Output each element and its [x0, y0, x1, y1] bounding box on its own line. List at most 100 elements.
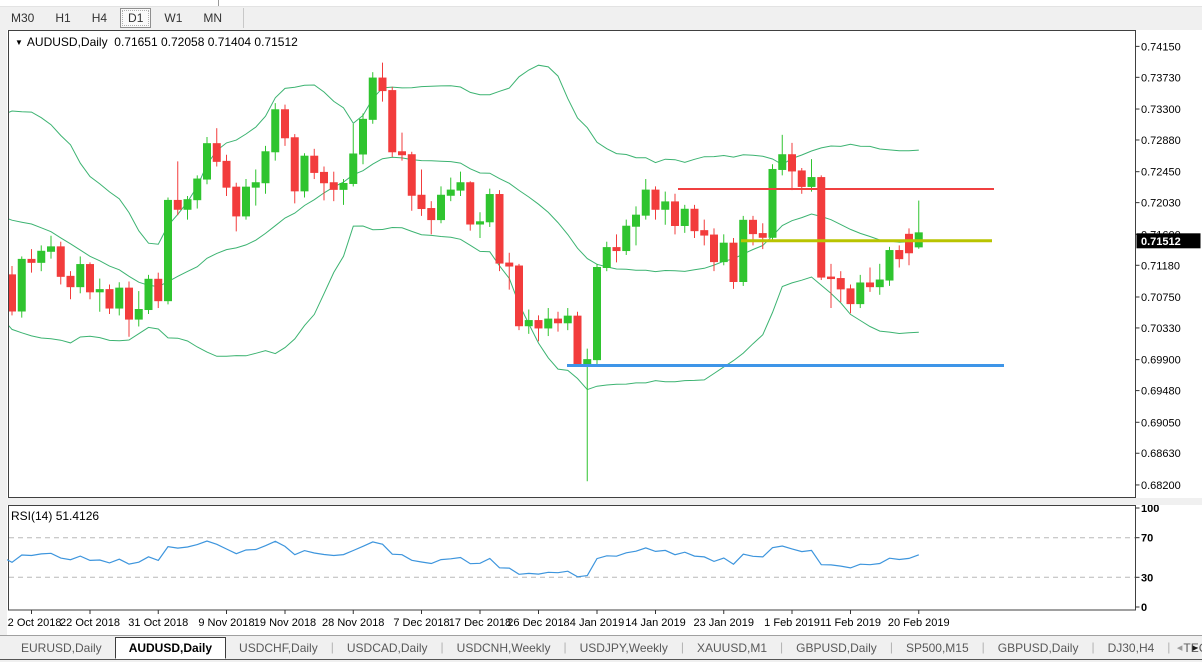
date-tick-label[interactable]: 4 Jan 2019 [570, 617, 624, 629]
toolbar-separator [243, 8, 244, 28]
candle-body [184, 200, 191, 210]
tab-scroll-left-icon[interactable]: ◂ [1177, 642, 1183, 654]
candle-body [828, 277, 835, 278]
chart-tab-sp500-m15[interactable]: SP500,M15 [893, 637, 982, 659]
chart-tab-usdcad-daily[interactable]: USDCAD,Daily [334, 637, 441, 659]
toolbar-grip [218, 0, 219, 6]
price-tick-label: 0.68630 [1141, 448, 1181, 460]
candle-body [574, 316, 581, 365]
chart-symbol-label: AUDUSD,Daily [27, 35, 108, 49]
pane-divider[interactable] [7, 498, 1202, 505]
candle-body [847, 289, 854, 304]
candle-body [672, 202, 679, 226]
candle-body [321, 172, 328, 182]
candle-body [9, 275, 16, 311]
timeframe-toolbar: M30H1 H4D1W1MN [0, 7, 1202, 29]
chart-tab-usdcnh-weekly[interactable]: USDCNH,Weekly [444, 637, 564, 659]
date-tick-label[interactable]: 1 Feb 2019 [764, 617, 820, 629]
date-tick-label[interactable]: 23 Jan 2019 [693, 617, 754, 629]
timeframe-button-mn[interactable]: MN [195, 8, 230, 28]
candle-body [603, 248, 610, 268]
price-tick-label: 0.68200 [1141, 480, 1181, 492]
date-tick-label[interactable]: 22 Oct 2018 [60, 617, 120, 629]
candle-body [252, 183, 259, 187]
rsi-tick-label: 100 [1141, 505, 1159, 515]
price-tick-label: 0.72450 [1141, 167, 1181, 179]
chart-area: 0.741500.737300.733000.728800.724500.720… [7, 30, 1202, 635]
candle-body [48, 247, 55, 251]
candle-body [155, 279, 162, 300]
date-tick-label[interactable]: 9 Nov 2018 [198, 617, 254, 629]
date-tick-label[interactable]: 17 Dec 2018 [449, 617, 511, 629]
candle-body [486, 195, 493, 222]
candle-body [691, 209, 698, 230]
chart-tab-usdchf-daily[interactable]: USDCHF,Daily [226, 637, 331, 659]
candle-body [837, 279, 844, 289]
candle-body [711, 235, 718, 262]
date-tick-label[interactable]: 19 Nov 2018 [254, 617, 316, 629]
chart-tab-xauusd-m1[interactable]: XAUUSD,M1 [684, 637, 780, 659]
candle-body [535, 321, 542, 328]
candle-body [545, 319, 552, 328]
candle-body [57, 247, 64, 276]
chart-tab-usdjpy-weekly[interactable]: USDJPY,Weekly [567, 637, 681, 659]
timeframe-button-h1[interactable]: H1 [47, 8, 78, 28]
price-tick-label: 0.72880 [1141, 135, 1181, 147]
tab-scroll-right-icon[interactable]: ▸ [1192, 642, 1198, 654]
chart-tab-gbpusd-daily[interactable]: GBPUSD,Daily [985, 637, 1092, 659]
candle-body [243, 187, 250, 216]
date-tick-label[interactable]: 11 Feb 2019 [820, 617, 881, 629]
chart-tab-dj30-h4[interactable]: DJ30,H4 [1095, 637, 1168, 659]
date-tick-label[interactable]: 12 Oct 2018 [7, 617, 61, 629]
date-tick-label[interactable]: 26 Dec 2018 [507, 617, 569, 629]
candle-body [38, 251, 45, 262]
chart-ohlc-values: 0.71651 0.72058 0.71404 0.71512 [114, 35, 298, 49]
candle-body [106, 290, 113, 308]
price-tick-label: 0.73730 [1141, 72, 1181, 84]
date-tick-label[interactable]: 7 Dec 2018 [393, 617, 449, 629]
timeframe-button-m30[interactable]: M30 [3, 8, 42, 28]
date-tick-label[interactable]: 28 Nov 2018 [322, 617, 384, 629]
candle-body [438, 195, 445, 219]
candle-body [418, 195, 425, 208]
chart-tab-audusd-daily[interactable]: AUDUSD,Daily [115, 637, 226, 659]
price-tick-label: 0.73300 [1141, 104, 1181, 116]
candle-body [779, 155, 786, 170]
candle-body [652, 190, 659, 209]
candle-body [769, 169, 776, 237]
tabbar-divider [0, 659, 1202, 660]
chart-tab-eurusd-daily[interactable]: EURUSD,Daily [8, 637, 115, 659]
candle-body [759, 234, 766, 238]
candle-body [350, 154, 357, 183]
candle-body [740, 220, 747, 281]
candle-body [28, 259, 35, 262]
timeframe-button-d1[interactable]: D1 [120, 8, 151, 28]
rsi-indicator-label: RSI(14) 51.4126 [11, 509, 99, 523]
chart-tab-gbpusd-daily[interactable]: GBPUSD,Daily [783, 637, 890, 659]
candle-body [594, 268, 601, 360]
rsi-pane-border [9, 506, 1136, 611]
candle-body [730, 243, 737, 281]
candle-body [555, 319, 562, 323]
date-tick-label[interactable]: 20 Feb 2019 [888, 617, 950, 629]
chart-dropdown-icon[interactable]: ▼ [15, 38, 23, 47]
price-chart-pane[interactable]: 0.741500.737300.733000.728800.724500.720… [7, 30, 1202, 498]
date-tick-label[interactable]: 31 Oct 2018 [128, 617, 188, 629]
date-tick-label[interactable]: 14 Jan 2019 [625, 617, 686, 629]
candle-body [96, 290, 103, 292]
candle-body [789, 155, 796, 171]
candle-body [18, 259, 25, 311]
rsi-indicator-pane[interactable]: 1007030012 Oct 201822 Oct 201831 Oct 201… [7, 505, 1202, 635]
candle-body [447, 190, 454, 195]
candle-body [818, 178, 825, 278]
current-price-value: 0.71512 [1141, 236, 1181, 248]
rsi-tick-label: 0 [1141, 602, 1147, 614]
candle-body [798, 171, 805, 186]
candle-body [516, 266, 523, 326]
candle-body [477, 222, 484, 224]
candle-body [389, 91, 396, 152]
price-tick-label: 0.70330 [1141, 323, 1181, 335]
timeframe-button-w1[interactable]: W1 [156, 8, 190, 28]
candle-body [379, 78, 386, 91]
timeframe-button-h4[interactable]: H4 [84, 8, 115, 28]
